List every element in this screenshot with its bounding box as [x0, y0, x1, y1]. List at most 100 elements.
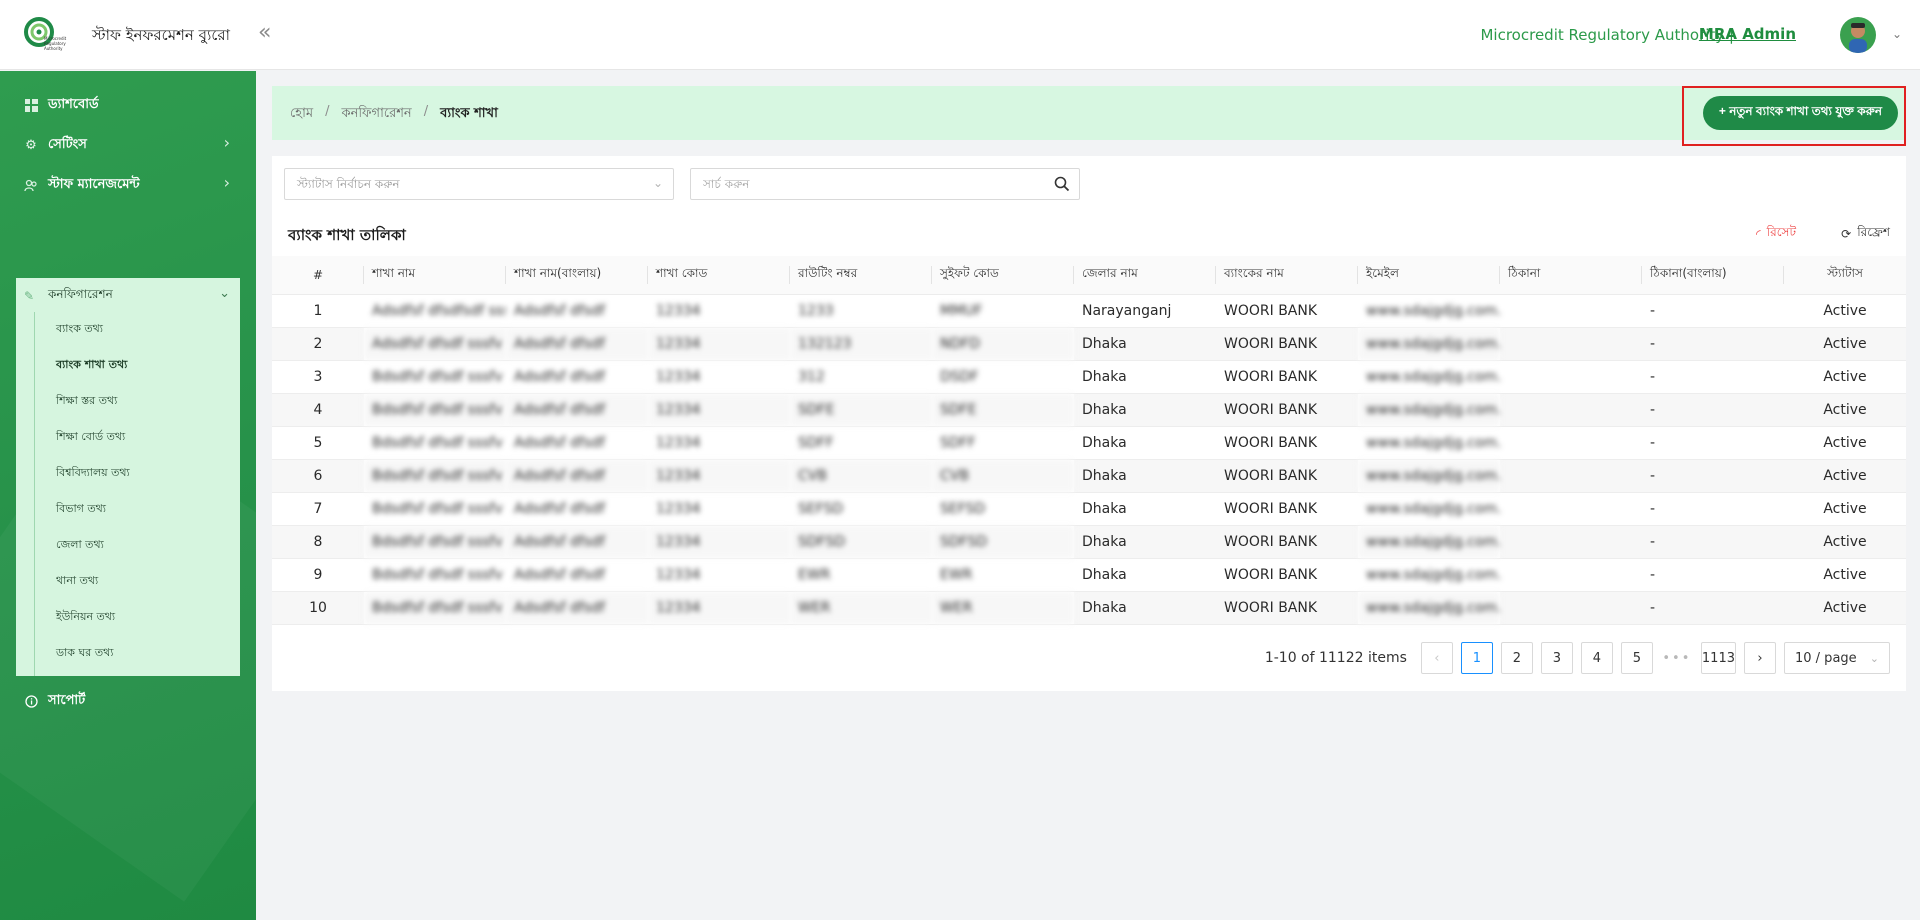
page-size-value: 10 / page — [1795, 650, 1857, 666]
submenu-item-education-level[interactable]: শিক্ষা স্তর তথ্য — [56, 392, 117, 411]
table-cell: WOORI BANK — [1216, 459, 1358, 493]
table-cell: Dhaka — [1074, 426, 1216, 460]
breadcrumb-config[interactable]: কনফিগারেশন — [341, 104, 411, 125]
submenu-item-thana[interactable]: থানা তথ্য — [56, 572, 98, 591]
refresh-icon: ⟳ — [1841, 227, 1852, 241]
chevron-down-icon[interactable]: ⌄ — [219, 286, 230, 301]
table-cell: www.sdajgdjg.com.bd — [1358, 525, 1500, 559]
table-row[interactable]: 6 Bdsdfsf dfsdf sssfv Adsdfsf dfsdf 12334 CV… — [272, 459, 1906, 493]
table-cell: - — [1642, 294, 1784, 328]
table-row[interactable]: 3 Bdsdfsf dfsdf sssfv Adsdfsf dfsdf 12334 31… — [272, 360, 1906, 394]
table-row[interactable]: 7 Bdsdfsf dfsdf sssfv Adsdfsf dfsdf 12334 SE… — [272, 492, 1906, 526]
search-field[interactable] — [690, 168, 1080, 200]
bank-branch-table: # শাখা নাম শাখা নাম(বাংলায়) শাখা কোড রাউটিং… — [272, 256, 1906, 625]
submenu-item-division[interactable]: বিভাগ তথ্য — [56, 500, 106, 519]
column-header: ঠিকানা(বাংলায়) — [1642, 256, 1784, 295]
user-name-link[interactable]: MRA Admin — [1699, 25, 1796, 43]
table-cell: Dhaka — [1074, 492, 1216, 526]
column-header: শাখা নাম(বাংলায়) — [506, 256, 648, 295]
table-cell — [1500, 294, 1642, 328]
prev-page-button[interactable]: ‹ — [1420, 642, 1453, 674]
collapse-sidebar-icon[interactable]: « — [258, 20, 271, 45]
table-cell: Dhaka — [1074, 360, 1216, 394]
table-cell: - — [1642, 459, 1784, 493]
reset-button[interactable]: ◜ রিসেট — [1756, 224, 1796, 244]
table-cell: Adsdfsf dfsdf — [506, 525, 648, 559]
page-number-button[interactable]: 4 — [1580, 642, 1613, 674]
page-last[interactable]: 1113 — [1700, 642, 1736, 674]
table-cell: Active — [1784, 327, 1906, 361]
chevron-right-icon[interactable]: › — [224, 173, 230, 192]
next-page-button[interactable]: › — [1744, 642, 1776, 674]
sidebar-item-support[interactable]: সাপোর্ট — [24, 691, 85, 712]
top-header: Microcredit Regulatory Authority স্টাফ ই… — [0, 0, 1920, 70]
submenu-item-union[interactable]: ইউনিয়ন তথ্য — [56, 608, 115, 627]
page-number-button[interactable]: 2 — [1500, 642, 1533, 674]
sidebar-item-label: কনফিগারেশন — [48, 287, 113, 301]
table-cell: Active — [1784, 459, 1906, 493]
refresh-label: রিফ্রেশ — [1857, 225, 1890, 239]
page-number-button[interactable]: 3 — [1540, 642, 1573, 674]
column-header: ঠিকানা — [1500, 256, 1642, 295]
column-header: # — [272, 256, 364, 295]
pagination-ellipsis[interactable]: ••• — [1660, 642, 1693, 674]
page-size-select[interactable]: 10 / page ⌄ — [1784, 642, 1890, 674]
breadcrumb-home[interactable]: হোম — [290, 104, 313, 125]
submenu-item-post-office[interactable]: ডাক ঘর তথ্য — [56, 644, 113, 663]
table-cell: WOORI BANK — [1216, 558, 1358, 592]
chevron-down-icon: ⌄ — [1869, 651, 1879, 665]
table-cell: 3 — [272, 360, 364, 394]
column-header: শাখা কোড — [648, 256, 790, 295]
table-cell: www.sdajgdjg.com.bd — [1358, 327, 1500, 361]
table-cell: SDFF — [932, 426, 1074, 460]
table-cell: - — [1642, 525, 1784, 559]
table-cell: Dhaka — [1074, 591, 1216, 625]
table-cell: 12334 — [648, 426, 790, 460]
submenu-item-education-board[interactable]: শিক্ষা বোর্ড তথ্য — [56, 428, 125, 447]
chevron-right-icon[interactable]: › — [224, 133, 230, 152]
sidebar-item-configuration[interactable]: ✎ কনফিগারেশন — [24, 286, 113, 306]
search-input[interactable] — [691, 169, 1031, 199]
refresh-button[interactable]: ⟳ রিফ্রেশ — [1841, 224, 1890, 244]
table-row[interactable]: 10 Bdsdfsf dfsdf sssfv Adsdfsf dfsdf 12334 W… — [272, 591, 1906, 625]
page-number-button[interactable]: 1 — [1460, 642, 1493, 674]
organization-name: Microcredit Regulatory Authority | — [1480, 26, 1734, 44]
table-cell: Active — [1784, 393, 1906, 427]
table-cell: www.sdajgdjg.com.bd — [1358, 591, 1500, 625]
table-cell: EWR — [790, 558, 932, 592]
sidebar-item-dashboard[interactable]: ড্যাশবোর্ড — [24, 95, 99, 116]
table-row[interactable]: 2 Adsdfsf dfsdf sssfv Adsdfsf dfsdf 12334 13… — [272, 327, 1906, 361]
table-cell — [1500, 558, 1642, 592]
submenu-item-bank-info[interactable]: ব্যাংক তথ্য — [56, 320, 103, 339]
table-row[interactable]: 1Adsdfsf dfsdfsdf sssfvAdsdfsf dfsdf1233… — [272, 294, 1906, 328]
submenu-item-bank-branch-info[interactable]: ব্যাংক শাখা তথ্য — [56, 356, 127, 375]
status-select[interactable]: স্ট্যাটাস নির্বাচন করুন ⌄ — [284, 168, 674, 200]
chevron-down-icon: ⌄ — [652, 176, 663, 190]
table-row[interactable]: 9 Bdsdfsf dfsdf sssfv Adsdfsf dfsdf 12334 EW… — [272, 558, 1906, 592]
submenu-item-district[interactable]: জেলা তথ্য — [56, 536, 104, 555]
table-cell: 12334 — [648, 327, 790, 361]
table-cell: 12334 — [648, 294, 790, 328]
svg-text:Authority: Authority — [44, 46, 63, 51]
page-number-button[interactable]: 5 — [1620, 642, 1653, 674]
search-icon[interactable] — [1053, 175, 1071, 193]
column-header: জেলার নাম — [1074, 256, 1216, 295]
avatar[interactable] — [1840, 17, 1876, 53]
table-cell: 7 — [272, 492, 364, 526]
table-row[interactable]: 5 Bdsdfsf dfsdf sssfv Adsdfsf dfsdf 12334 SD… — [272, 426, 1906, 460]
users-icon — [24, 179, 38, 193]
sidebar-item-label: ড্যাশবোর্ড — [48, 97, 99, 112]
sidebar-item-staff-management[interactable]: স্টাফ ম্যানেজমেন্ট — [24, 175, 140, 196]
table-cell: 12334 — [648, 525, 790, 559]
sidebar-item-settings[interactable]: ⚙ সেটিংস — [24, 135, 87, 156]
table-row[interactable]: 4 Bdsdfsf dfsdf sssfv Adsdfsf dfsdf 12334 SD… — [272, 393, 1906, 427]
table-cell: Bdsdfsf dfsdf sssfv — [364, 591, 506, 625]
table-cell: www.sdajgdjg.com.bd — [1358, 492, 1500, 526]
table-row[interactable]: 8 Bdsdfsf dfsdf sssfv Adsdfsf dfsdf 12334 SD… — [272, 525, 1906, 559]
table-cell: - — [1642, 492, 1784, 526]
table-cell: Adsdfsf dfsdf — [506, 492, 648, 526]
table-cell: Dhaka — [1074, 393, 1216, 427]
chevron-down-icon[interactable]: ⌄ — [1892, 27, 1902, 41]
submenu-item-university[interactable]: বিশ্ববিদ্যালয় তথ্য — [56, 464, 130, 483]
breadcrumb-bar: হোম / কনফিগারেশন / ব্যাংক শাখা + নতুন ব্… — [272, 86, 1906, 140]
